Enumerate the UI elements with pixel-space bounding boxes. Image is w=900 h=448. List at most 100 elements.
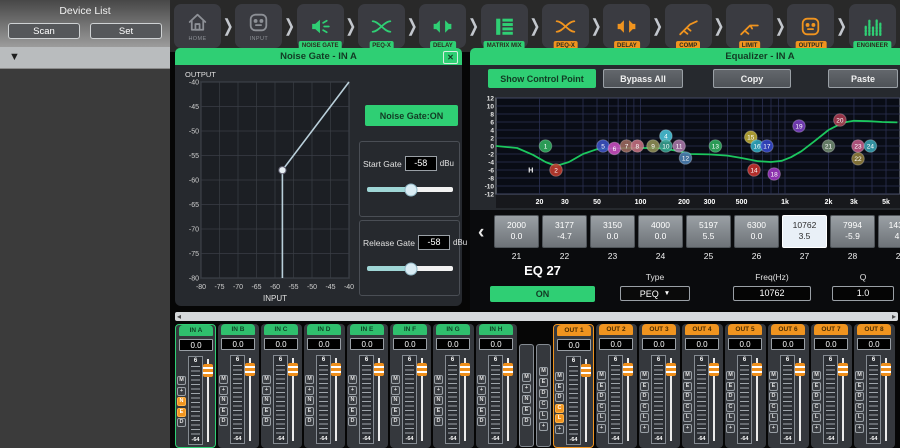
master-button-c[interactable]: C (539, 400, 548, 409)
channel-button-e[interactable]: E (555, 383, 564, 392)
meters-scrollbar[interactable]: ◂ ▸ (175, 312, 898, 321)
master-button--[interactable]: + (522, 384, 531, 393)
channel-button--[interactable]: + (348, 386, 357, 395)
channel-button-e[interactable]: E (640, 382, 649, 391)
eq-point-23[interactable]: 23 (852, 140, 865, 153)
eq-point-5[interactable]: 5 (597, 140, 610, 153)
start-gate-value-input[interactable]: -58 (405, 156, 437, 171)
channel-button-m[interactable]: M (305, 375, 314, 384)
channel-button-m[interactable]: M (555, 372, 564, 381)
eq-point-14[interactable]: 14 (748, 164, 761, 177)
band-button-28[interactable]: 7994 -5.9 (830, 215, 875, 248)
eq-point-20[interactable]: 20 (834, 114, 847, 127)
channel-gain-value[interactable]: 0.0 (221, 338, 255, 350)
channel-button-e[interactable]: E (683, 382, 692, 391)
channel-button-d[interactable]: D (769, 392, 778, 401)
channel-tab[interactable]: IN E (350, 324, 384, 335)
channel-button-n[interactable]: N (305, 396, 314, 405)
channel-button-d[interactable]: D (597, 392, 606, 401)
noise-gate-on-button[interactable]: Noise Gate:ON (365, 105, 458, 126)
eq-point-6[interactable]: 6 (608, 142, 621, 155)
channel-button-m[interactable]: M (640, 371, 649, 380)
channel-button-d[interactable]: D (726, 392, 735, 401)
channel-button-l[interactable]: L (726, 413, 735, 422)
scan-button[interactable]: Scan (8, 23, 80, 39)
channel-button-c[interactable]: C (597, 403, 606, 412)
channel-tab[interactable]: OUT 7 (814, 324, 848, 335)
channel-gain-value[interactable]: 0.0 (728, 338, 762, 350)
channel-button-l[interactable]: L (812, 413, 821, 422)
channel-gain-value[interactable]: 0.0 (307, 338, 341, 350)
eq-point-13[interactable]: 13 (709, 140, 722, 153)
channel-button--[interactable]: + (812, 424, 821, 433)
master-button-e[interactable]: E (539, 378, 548, 387)
q-input[interactable]: 1.0 (832, 286, 894, 301)
channel-button-e[interactable]: E (726, 382, 735, 391)
channel-button-d[interactable]: D (262, 417, 271, 426)
channel-button-d[interactable]: D (477, 417, 486, 426)
channel-button--[interactable]: + (391, 386, 400, 395)
channel-button-e[interactable]: E (434, 407, 443, 416)
channel-tab[interactable]: IN B (221, 324, 255, 335)
show-control-point-button[interactable]: Show Control Point (488, 69, 596, 88)
channel-button--[interactable]: + (477, 386, 486, 395)
eq-point-24[interactable]: 24 (864, 140, 877, 153)
channel-tab[interactable]: OUT 4 (685, 324, 719, 335)
nav-item-engineer[interactable]: ENGINEER (849, 4, 896, 48)
channel-button-c[interactable]: C (726, 403, 735, 412)
eq-point-1[interactable]: 1 (539, 140, 552, 153)
fader-handle[interactable] (581, 364, 591, 377)
fader-handle[interactable] (417, 363, 427, 376)
channel-button-d[interactable]: D (348, 417, 357, 426)
channel-button-l[interactable]: L (683, 413, 692, 422)
channel-button-m[interactable]: M (434, 375, 443, 384)
start-gate-slider-knob[interactable] (405, 183, 418, 196)
channel-button-e[interactable]: E (855, 382, 864, 391)
channel-button-n[interactable]: N (177, 397, 186, 406)
paste-button[interactable]: Paste (828, 69, 898, 88)
channel-button--[interactable]: + (597, 424, 606, 433)
master-button-n[interactable]: N (522, 395, 531, 404)
band-button-23[interactable]: 3150 0.0 (590, 215, 635, 248)
fader-handle[interactable] (838, 363, 848, 376)
nav-item-input[interactable]: INPUT (235, 4, 282, 48)
channel-button-n[interactable]: N (391, 396, 400, 405)
channel-button--[interactable]: + (434, 386, 443, 395)
release-gate-slider-knob[interactable] (405, 262, 418, 275)
channel-button-m[interactable]: M (855, 371, 864, 380)
channel-button-m[interactable]: M (177, 376, 186, 385)
channel-button-c[interactable]: C (855, 403, 864, 412)
channel-button-e[interactable]: E (812, 382, 821, 391)
master-button-e[interactable]: E (522, 406, 531, 415)
channel-tab[interactable]: OUT 3 (642, 324, 676, 335)
channel-button-l[interactable]: L (769, 413, 778, 422)
channel-button-e[interactable]: E (597, 382, 606, 391)
channel-button-e[interactable]: E (477, 407, 486, 416)
channel-button-n[interactable]: N (262, 396, 271, 405)
nav-item-matrix-mix[interactable]: MATRIX MIX (481, 4, 528, 48)
channel-button--[interactable]: + (262, 386, 271, 395)
channel-button-d[interactable]: D (683, 392, 692, 401)
band-scroll-left-icon[interactable]: ‹ (478, 222, 484, 244)
channel-button--[interactable]: + (305, 386, 314, 395)
channel-tab[interactable]: OUT 5 (728, 324, 762, 335)
channel-tab[interactable]: IN H (479, 324, 513, 335)
eq-point-18[interactable]: 18 (768, 168, 781, 181)
channel-button-m[interactable]: M (348, 375, 357, 384)
bypass-all-button[interactable]: Bypass All (603, 69, 683, 88)
master-button-l[interactable]: L (539, 411, 548, 420)
channel-button--[interactable]: + (726, 424, 735, 433)
channel-button-c[interactable]: C (812, 403, 821, 412)
channel-button-l[interactable]: L (640, 413, 649, 422)
channel-button-n[interactable]: N (348, 396, 357, 405)
eq-point-12[interactable]: 12 (679, 152, 692, 165)
nav-item-peq-x[interactable]: PEQ-X (542, 4, 589, 48)
channel-button-l[interactable]: L (555, 414, 564, 423)
channel-button-n[interactable]: N (219, 396, 228, 405)
channel-button-d[interactable]: D (855, 392, 864, 401)
channel-tab[interactable]: IN C (264, 324, 298, 335)
channel-button--[interactable]: + (683, 424, 692, 433)
channel-gain-value[interactable]: 0.0 (642, 338, 676, 350)
band-button-26[interactable]: 6300 0.0 (734, 215, 779, 248)
scroll-right-icon[interactable]: ▸ (892, 312, 896, 321)
